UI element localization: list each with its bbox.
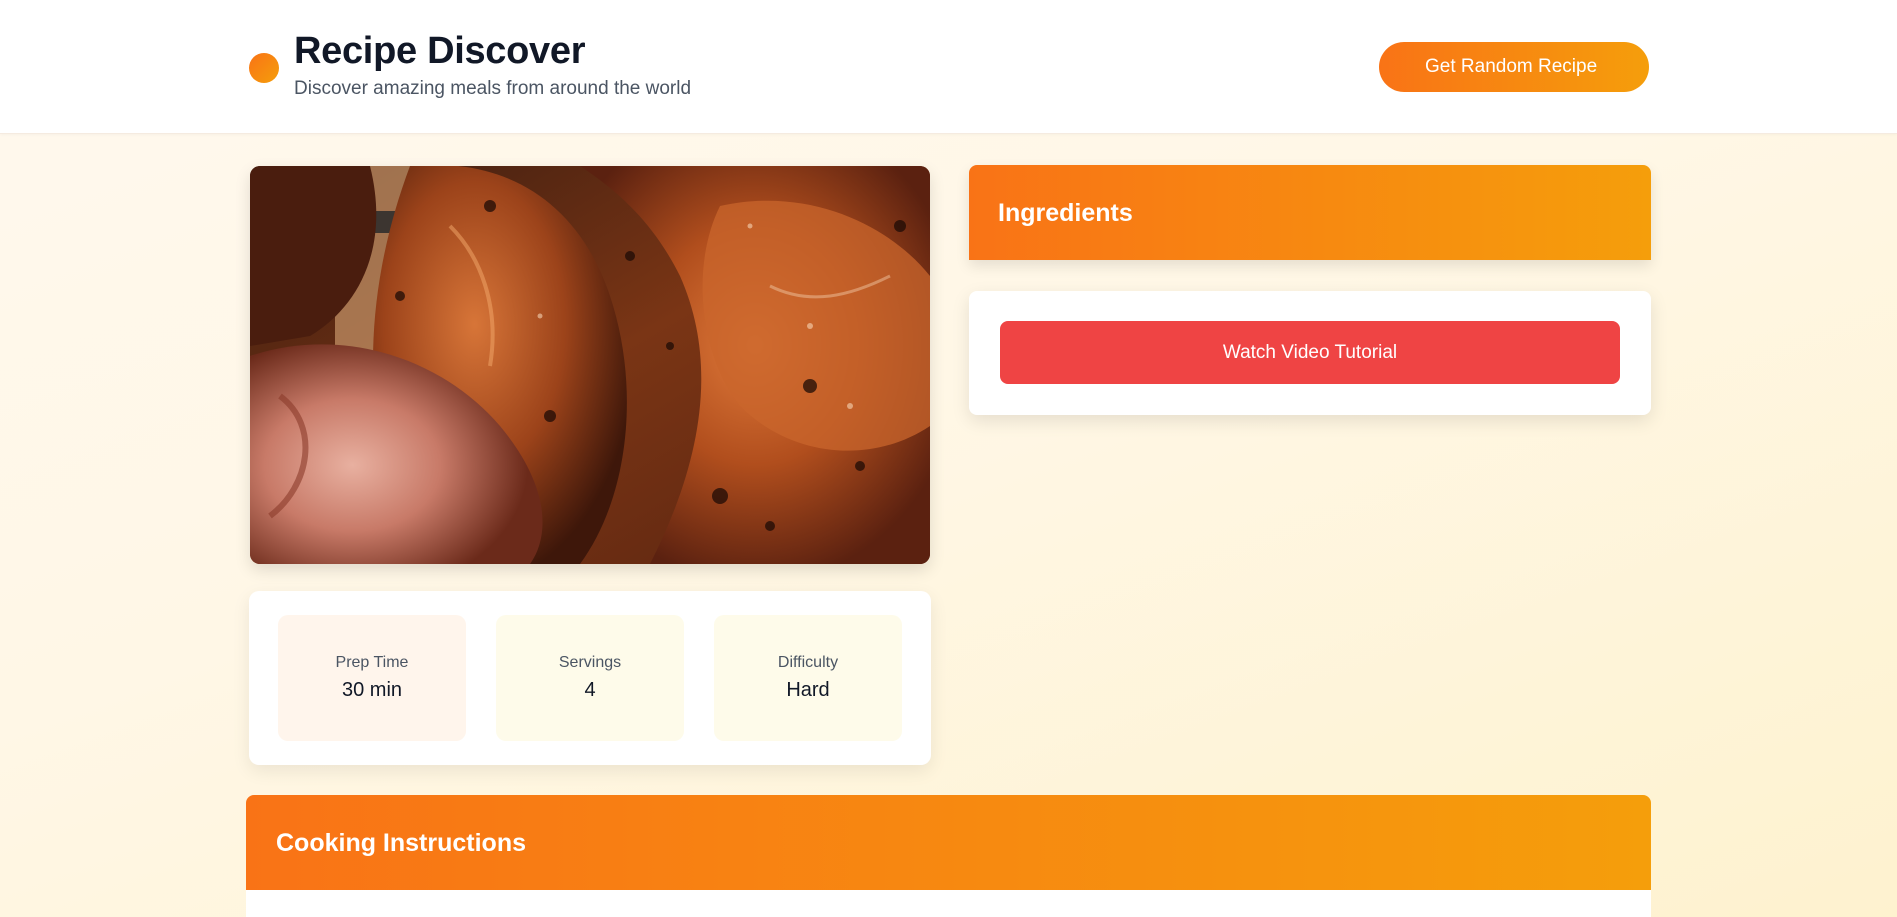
logo-icon xyxy=(249,53,279,83)
get-random-recipe-button[interactable]: Get Random Recipe xyxy=(1379,42,1649,92)
stat-value: 4 xyxy=(584,679,596,701)
stat-prep-time: Prep Time 30 min xyxy=(278,615,466,741)
stat-difficulty: Difficulty Hard xyxy=(714,615,902,741)
recipe-photo-graphic xyxy=(250,166,930,564)
recipe-stats-card: Prep Time 30 min Servings 4 Difficulty H… xyxy=(249,591,931,765)
cooking-instructions-title: Cooking Instructions xyxy=(276,829,526,857)
stat-label: Prep Time xyxy=(335,654,409,671)
recipe-image xyxy=(250,166,930,564)
ingredients-card: Watch Video Tutorial xyxy=(969,291,1651,415)
stat-servings: Servings 4 xyxy=(496,615,684,741)
ingredients-title: Ingredients xyxy=(998,199,1133,227)
app-subtitle: Discover amazing meals from around the w… xyxy=(294,78,692,99)
app-header: Recipe Discover Discover amazing meals f… xyxy=(0,0,1897,134)
stat-value: Hard xyxy=(786,679,830,701)
watch-video-tutorial-button[interactable]: Watch Video Tutorial xyxy=(1000,321,1620,384)
stat-value: 30 min xyxy=(341,679,403,701)
stat-label: Servings xyxy=(558,654,622,671)
stat-label: Difficulty xyxy=(777,654,839,671)
cooking-instructions-body xyxy=(246,890,1651,917)
ingredients-header: Ingredients xyxy=(969,165,1651,260)
cooking-instructions-header: Cooking Instructions xyxy=(246,795,1651,890)
app-title: Recipe Discover xyxy=(294,30,586,72)
